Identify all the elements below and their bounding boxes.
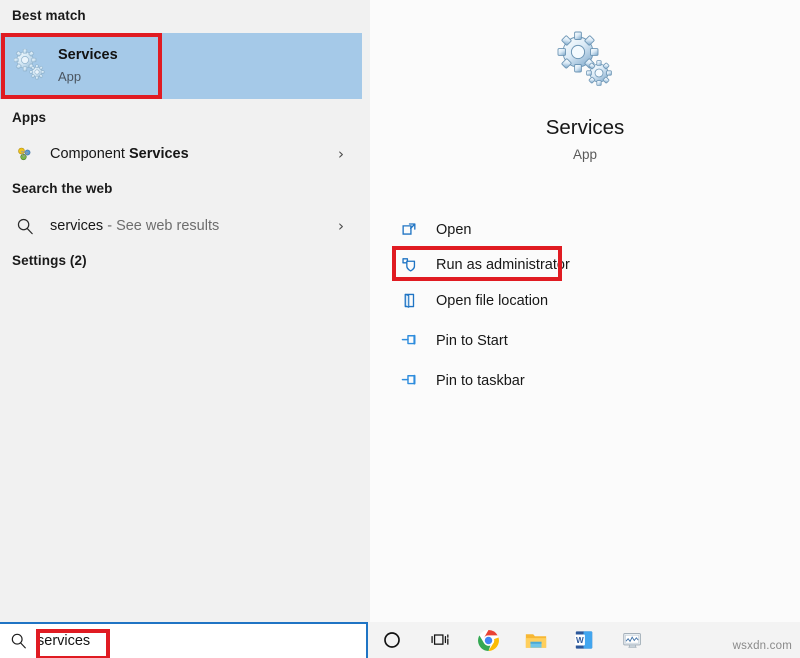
chevron-right-icon[interactable]: › xyxy=(338,145,344,163)
search-icon xyxy=(14,215,36,237)
services-gears-icon xyxy=(554,30,616,92)
result-label-component-services: Component Services xyxy=(50,146,189,162)
task-view-icon[interactable] xyxy=(416,622,464,658)
file-explorer-icon[interactable] xyxy=(512,622,560,658)
action-label-run-as-administrator: Run as administrator xyxy=(436,257,570,273)
result-row-web-search[interactable]: services - See web results › xyxy=(0,205,362,247)
services-gears-icon xyxy=(14,49,48,83)
apps-header: Apps xyxy=(0,110,46,125)
best-match-subtitle: App xyxy=(58,67,118,86)
folder-open-icon xyxy=(398,290,420,312)
result-row-component-services[interactable]: Component Services › xyxy=(0,133,362,175)
action-open[interactable]: Open xyxy=(370,212,800,247)
taskbar: services xyxy=(0,622,800,658)
app-hero: Services App xyxy=(370,0,800,190)
watermark: wsxdn.com xyxy=(733,640,792,652)
best-match-header: Best match xyxy=(0,8,86,23)
result-label-bold: Services xyxy=(129,146,189,162)
best-match-text-group: Services App xyxy=(58,46,118,86)
best-match-title: Services xyxy=(58,46,118,65)
web-search-suffix: - See web results xyxy=(103,218,219,234)
search-icon xyxy=(10,632,28,650)
best-match-result-services[interactable]: Services App xyxy=(0,33,362,99)
action-pin-to-taskbar[interactable]: Pin to taskbar xyxy=(370,363,800,398)
word-icon[interactable]: W xyxy=(560,622,608,658)
action-label-open: Open xyxy=(436,222,471,238)
search-flyout: Best match xyxy=(0,0,800,622)
action-label-pin-to-start: Pin to Start xyxy=(436,333,508,349)
component-services-icon xyxy=(14,143,36,165)
search-results-pane: Best match xyxy=(0,0,370,622)
shield-icon xyxy=(398,254,420,276)
result-label-web-search: services - See web results xyxy=(50,218,219,234)
pin-icon xyxy=(398,330,420,352)
settings-header: Settings (2) xyxy=(0,253,87,268)
open-external-icon xyxy=(398,219,420,241)
app-preview-pane: Services App Open xyxy=(370,0,800,622)
taskbar-icon-group: W xyxy=(368,622,656,658)
chrome-icon[interactable] xyxy=(464,622,512,658)
action-run-as-administrator[interactable]: Run as administrator xyxy=(370,247,800,282)
chevron-right-icon[interactable]: › xyxy=(338,217,344,235)
action-pin-to-start[interactable]: Pin to Start xyxy=(370,323,800,358)
result-label-plain: Component xyxy=(50,146,129,162)
action-label-open-file-location: Open file location xyxy=(436,293,548,309)
app-preview-title: Services xyxy=(546,116,625,140)
start-menu-search-screen: Best match xyxy=(0,0,800,658)
taskbar-search-box[interactable]: services xyxy=(0,622,368,658)
web-search-query: services xyxy=(50,218,103,234)
search-input[interactable]: services xyxy=(37,633,90,649)
search-web-header: Search the web xyxy=(0,181,112,196)
pin-icon xyxy=(398,370,420,392)
cortana-icon[interactable] xyxy=(368,622,416,658)
svg-text:W: W xyxy=(576,636,584,645)
performance-monitor-icon[interactable] xyxy=(608,622,656,658)
action-open-file-location[interactable]: Open file location xyxy=(370,283,800,318)
app-preview-subtitle: App xyxy=(573,147,597,162)
action-label-pin-to-taskbar: Pin to taskbar xyxy=(436,373,525,389)
